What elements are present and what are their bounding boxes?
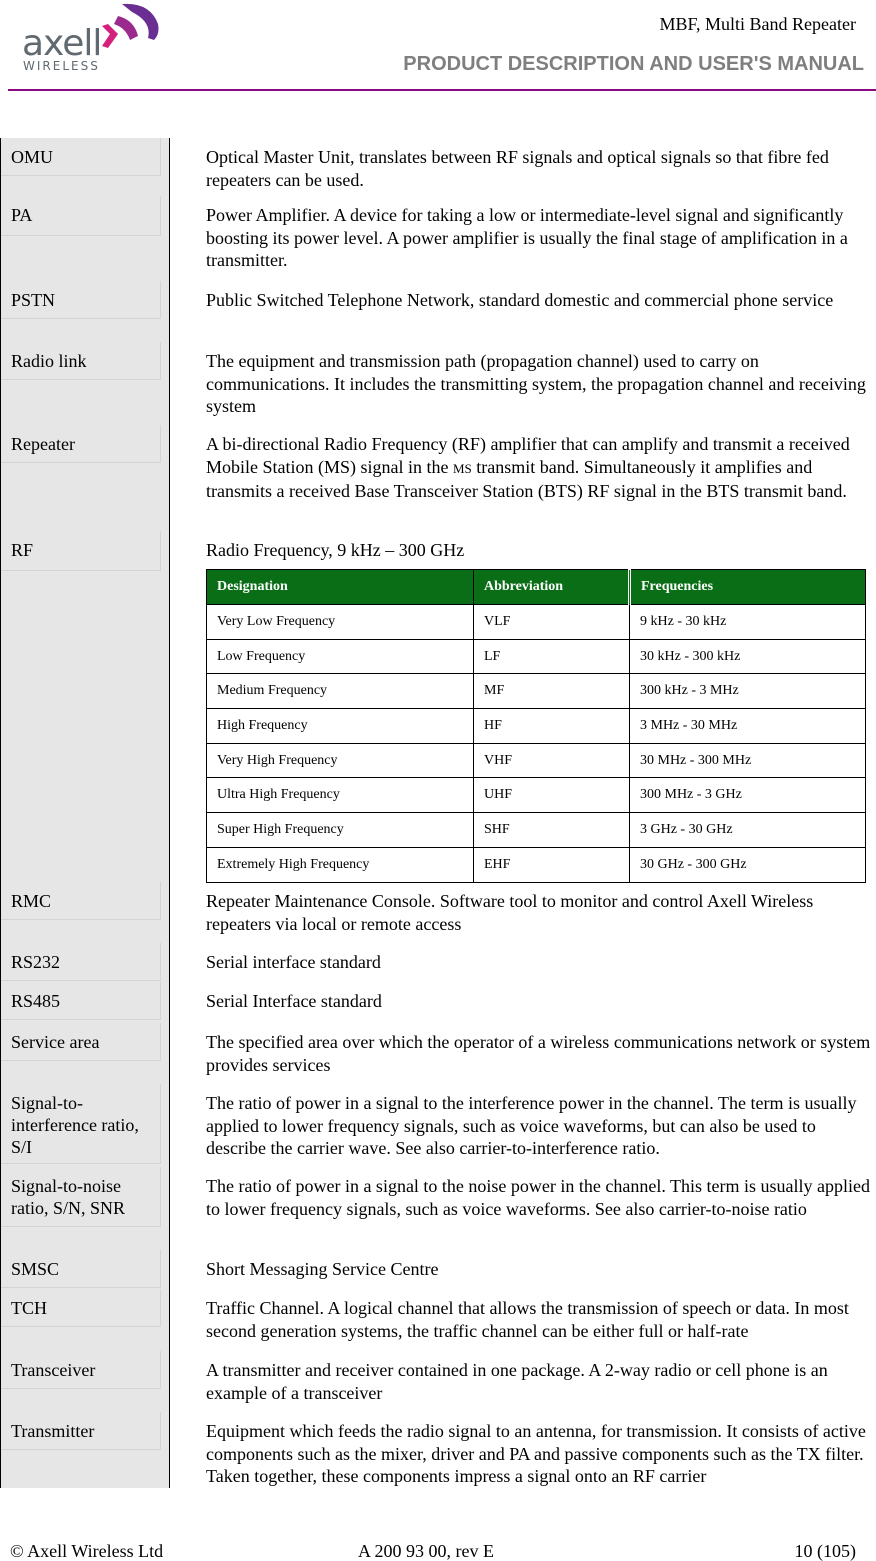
designation-cell: Medium Frequency [206, 673, 474, 710]
glossary-description: A transmitter and receiver contained in … [206, 1360, 828, 1403]
abbreviation-cell: HF [473, 708, 630, 744]
glossary-description: Radio Frequency, 9 kHz – 300 GHz [206, 540, 465, 560]
glossary-term: TCH [11, 1298, 47, 1318]
table-row: Low Frequency LF 30 kHz - 300 kHz [206, 638, 866, 675]
glossary-term: SMSC [11, 1259, 60, 1279]
logo-wordmark: axell [22, 23, 102, 64]
glossary-term: RF [11, 540, 34, 560]
glossary-description: The ratio of power in a signal to the no… [206, 1176, 871, 1219]
rf-frequency-table: Designation Abbreviation Frequencies Ver… [206, 569, 866, 883]
designation-cell: Low Frequency [206, 638, 474, 675]
glossary-term: Transceiver [11, 1360, 96, 1380]
glossary-term: RS232 [11, 952, 61, 972]
glossary-description: Optical Master Unit, translates between … [206, 147, 829, 190]
glossary-term: OMU [11, 147, 54, 167]
glossary-term: Signal-to-interference ratio, S/I [11, 1093, 139, 1157]
company-logo: axell WIRELESS [10, 2, 160, 74]
glossary-term: Repeater [11, 434, 75, 454]
glossary-description: Serial Interface standard [206, 991, 382, 1011]
table-row: High Frequency HF 3 MHz - 30 MHz [206, 708, 866, 744]
abbreviation-cell: UHF [473, 777, 630, 814]
glossary-description: Power Amplifier. A device for taking a l… [206, 205, 848, 270]
glossary-description: Short Messaging Service Centre [206, 1259, 439, 1279]
footer-copyright: © Axell Wireless Ltd [10, 1541, 164, 1561]
glossary-term: Transmitter [11, 1421, 95, 1441]
frequency-cell: 3 MHz - 30 MHz [629, 708, 866, 744]
abbreviation-cell: VLF [473, 604, 630, 640]
column-header-frequencies: Frequencies [629, 569, 866, 605]
table-row: Very High Frequency VHF 30 MHz - 300 MHz [206, 742, 866, 779]
frequency-cell: 30 GHz - 300 GHz [629, 846, 866, 883]
glossary-description: The specified area over which the operat… [206, 1032, 871, 1075]
glossary-term: Radio link [11, 351, 87, 371]
glossary-term: PA [11, 205, 33, 225]
table-row: Medium Frequency MF 300 kHz - 3 MHz [206, 673, 866, 710]
glossary-description: Public Switched Telephone Network, stand… [206, 290, 834, 310]
glossary-description: The ratio of power in a signal to the in… [206, 1093, 857, 1158]
abbreviation-cell: EHF [473, 846, 630, 883]
frequency-cell: 30 MHz - 300 MHz [629, 742, 866, 779]
designation-cell: High Frequency [206, 708, 474, 744]
column-header-designation: Designation [206, 569, 474, 605]
frequency-cell: 300 MHz - 3 GHz [629, 777, 866, 814]
table-row: Extremely High Frequency EHF 30 GHz - 30… [206, 846, 866, 883]
header-divider [8, 89, 876, 91]
glossary-description: Repeater Maintenance Console. Software t… [206, 891, 814, 934]
glossary-description: A bi-directional Radio Frequency (RF) am… [206, 434, 850, 501]
footer-document-number: A 200 93 00, rev E [358, 1541, 494, 1561]
abbreviation-cell: MF [473, 673, 630, 710]
glossary-term: Signal-to-noise ratio, S/N, SNR [11, 1176, 126, 1218]
table-header-row: Designation Abbreviation Frequencies [206, 569, 866, 605]
glossary-term: PSTN [11, 290, 56, 310]
designation-cell: Very High Frequency [206, 742, 474, 779]
designation-cell: Super High Frequency [206, 812, 474, 848]
glossary-description: The equipment and transmission path (pro… [206, 351, 866, 416]
table-row: Ultra High Frequency UHF 300 MHz - 3 GHz [206, 777, 866, 814]
frequency-cell: 9 kHz - 30 kHz [629, 604, 866, 640]
document-title: MBF, Multi Band Repeater [659, 14, 856, 34]
glossary-description: Serial interface standard [206, 952, 381, 972]
column-header-abbreviation: Abbreviation [473, 569, 631, 605]
frequency-cell: 3 GHz - 30 GHz [629, 812, 866, 848]
table-row: Very Low Frequency VLF 9 kHz - 30 kHz [206, 604, 866, 640]
frequency-cell: 300 kHz - 3 MHz [629, 673, 866, 710]
designation-cell: Ultra High Frequency [206, 777, 474, 814]
document-subtitle: PRODUCT DESCRIPTION AND USER'S MANUAL [403, 53, 864, 75]
logo-subtext: WIRELESS [23, 59, 100, 73]
abbreviation-cell: LF [473, 638, 630, 675]
glossary-term: Service area [11, 1032, 100, 1052]
footer-page-number: 10 (105) [794, 1541, 857, 1561]
table-row: Super High Frequency SHF 3 GHz - 30 GHz [206, 812, 866, 848]
glossary-description: Traffic Channel. A logical channel that … [206, 1298, 849, 1341]
designation-cell: Extremely High Frequency [206, 846, 474, 883]
glossary-term: RMC [11, 891, 52, 911]
glossary-term: RS485 [11, 991, 61, 1011]
abbreviation-cell: SHF [473, 812, 630, 848]
frequency-cell: 30 kHz - 300 kHz [629, 638, 866, 675]
abbreviation-cell: VHF [473, 742, 630, 779]
glossary-description: Equipment which feeds the radio signal t… [206, 1421, 866, 1486]
designation-cell: Very Low Frequency [206, 604, 474, 640]
